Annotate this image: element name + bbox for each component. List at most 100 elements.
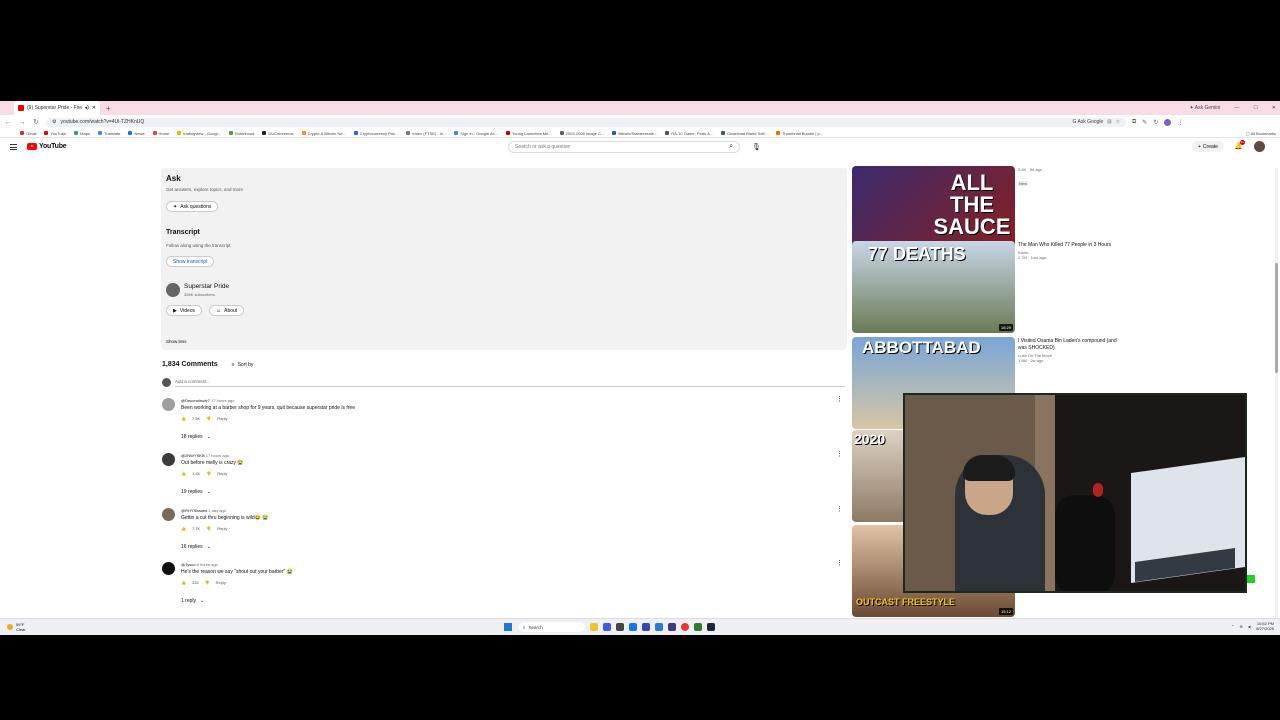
ask-gemini-button[interactable]: ✦ Ask Gemini: [1189, 105, 1220, 111]
sort-by-button[interactable]: ≡ Sort by: [232, 362, 254, 368]
chrome-menu-icon[interactable]: ⋮: [1177, 119, 1183, 126]
ask-google-button[interactable]: G Ask Google: [1072, 119, 1103, 125]
all-bookmarks-button[interactable]: ▢ All Bookmarks: [1246, 131, 1276, 136]
search-icon[interactable]: ⌕: [729, 143, 733, 151]
window-close-icon[interactable]: ✕: [1272, 105, 1276, 111]
bookmark-item[interactable]: Cryptocurrency Pric...: [353, 131, 398, 136]
channel-name[interactable]: Superstar Pride: [184, 283, 229, 290]
reload-icon[interactable]: ↻: [32, 118, 40, 126]
bookmark-item[interactable]: Robinhood: [228, 131, 254, 136]
weather-widget[interactable]: 59°F Clear: [7, 622, 26, 632]
reply-button[interactable]: Reply: [217, 526, 227, 531]
add-comment-input[interactable]: Add a comment...: [175, 379, 845, 387]
recommended-video[interactable]: 77 DEATHS 16:29 The Man Who Killed 77 Pe…: [852, 241, 1272, 333]
bookmark-item[interactable]: Download Blahd Soft...: [721, 131, 768, 136]
bookmark-item[interactable]: Young Launches Me...: [505, 131, 552, 136]
channel-avatar[interactable]: [166, 283, 180, 297]
bookmark-item[interactable]: News: [128, 131, 145, 136]
view-replies-button[interactable]: 16 replies ⌄: [181, 544, 211, 550]
profile-avatar[interactable]: [1164, 118, 1172, 126]
hamburger-menu-icon[interactable]: [10, 144, 17, 150]
reply-button[interactable]: Reply: [216, 580, 226, 585]
start-button-icon[interactable]: [504, 623, 512, 631]
comment-avatar[interactable]: [162, 508, 175, 521]
taskbar-search[interactable]: ⌕ Search: [519, 622, 585, 632]
show-transcript-button[interactable]: Show transcript: [166, 256, 215, 267]
bookmark-item[interactable]: DUCommerce: [262, 131, 294, 136]
refresh-extension-icon[interactable]: ↻: [1153, 119, 1158, 126]
teams-icon[interactable]: [603, 623, 611, 631]
wifi-icon[interactable]: ≋: [1240, 624, 1243, 629]
scrollbar-thumb[interactable]: [1275, 263, 1278, 373]
site-info-icon[interactable]: ⚙: [52, 119, 56, 125]
video-thumbnail[interactable]: 77 DEATHS 16:29: [852, 241, 1015, 333]
bookmark-item[interactable]: Maps: [74, 131, 90, 136]
create-button[interactable]: + Create: [1192, 141, 1224, 152]
bookmark-item[interactable]: Index (FTSE) - In...: [406, 131, 446, 136]
volume-icon[interactable]: ◂): [1248, 624, 1251, 629]
dislike-icon[interactable]: 👎: [206, 471, 211, 476]
about-button[interactable]: ☺ About: [209, 305, 245, 316]
reply-button[interactable]: Reply: [217, 471, 227, 476]
address-bar[interactable]: ⚙ youtube.com/watch?v=4Ui-TZHKnUQ G Ask …: [46, 117, 1126, 127]
bookmark-item[interactable]: Thumbnail Bundle | p...: [775, 131, 823, 136]
store-icon[interactable]: [629, 623, 637, 631]
comment-menu-icon[interactable]: ⋮: [836, 395, 843, 403]
ask-questions-button[interactable]: ✦ Ask questions: [166, 201, 219, 212]
comment-author[interactable]: @Tysco: [181, 562, 196, 567]
comment-avatar[interactable]: [162, 398, 175, 411]
microphone-icon[interactable]: 🎙: [752, 143, 761, 151]
show-less-button[interactable]: Show less: [166, 339, 187, 344]
comment-menu-icon[interactable]: ⋮: [836, 505, 843, 513]
chrome-icon[interactable]: [681, 623, 689, 631]
new-tab-button[interactable]: +: [106, 104, 111, 113]
minimize-icon[interactable]: —: [1234, 105, 1239, 111]
forward-icon[interactable]: →: [18, 119, 26, 126]
dislike-icon[interactable]: 👎: [206, 526, 211, 531]
view-replies-button[interactable]: 1 reply ⌄: [181, 598, 204, 604]
bookmark-item[interactable]: Crypto & Bitcoin Ne...: [301, 131, 346, 136]
view-replies-button[interactable]: 18 replies ⌄: [181, 434, 211, 440]
comment-author[interactable]: @2NWYSKB: [181, 453, 205, 458]
comment-author[interactable]: @Deconstructr7: [181, 398, 210, 403]
bookmark-item[interactable]: 2003-2008 Image C...: [559, 131, 604, 136]
comment-menu-icon[interactable]: ⋮: [836, 559, 843, 567]
mail-icon[interactable]: [668, 623, 676, 631]
browser-edge-icon[interactable]: [655, 623, 663, 631]
obs-icon[interactable]: [694, 623, 702, 631]
bookmark-star-icon[interactable]: ☆: [1116, 119, 1120, 125]
tray-chevron-icon[interactable]: ⌃: [1231, 624, 1234, 629]
browser-tab[interactable]: (9) Superstar Pride - Five B... ◂) ✕: [14, 101, 100, 115]
comment-avatar[interactable]: [162, 562, 175, 575]
youtube-logo[interactable]: YouTube: [27, 143, 67, 150]
account-avatar[interactable]: [1254, 141, 1265, 152]
bookmark-item[interactable]: RA-10 Game, Parts &...: [665, 131, 713, 136]
install-icon[interactable]: ⊡: [1107, 119, 1111, 125]
comment-time[interactable]: 1 day ago: [208, 508, 226, 513]
comment-time[interactable]: 17 hours ago: [211, 398, 234, 403]
reply-button[interactable]: Reply: [217, 416, 227, 421]
bookmark-item[interactable]: Sign in - Google Ac...: [454, 131, 498, 136]
steam-icon[interactable]: [707, 623, 715, 631]
comment-time[interactable]: 17 hours ago: [206, 453, 229, 458]
like-icon[interactable]: 👍: [181, 526, 186, 531]
search-input[interactable]: Search or ask a question ⌕: [508, 141, 740, 153]
like-icon[interactable]: 👍: [181, 471, 186, 476]
extensions-icon[interactable]: ⧉: [1132, 119, 1136, 126]
editor-icon[interactable]: [642, 623, 650, 631]
like-icon[interactable]: 👍: [181, 416, 186, 421]
close-tab-icon[interactable]: ✕: [92, 105, 96, 111]
comment-menu-icon[interactable]: ⋮: [836, 450, 843, 458]
dislike-icon[interactable]: 👎: [206, 416, 211, 421]
video-title[interactable]: The Man Who Killed 77 People in 3 Hours: [1018, 242, 1118, 249]
view-replies-button[interactable]: 19 replies ⌄: [181, 489, 211, 495]
back-icon[interactable]: ←: [4, 119, 12, 126]
bookmark-item[interactable]: Gmail: [20, 131, 36, 136]
bookmark-item[interactable]: tradingview - Googl...: [177, 131, 221, 136]
app-icon[interactable]: [616, 623, 624, 631]
maximize-icon[interactable]: ☐: [1253, 105, 1257, 111]
clock[interactable]: 10:52 PM 8/27/2025: [1256, 621, 1274, 631]
bookmark-item[interactable]: YouTube: [44, 131, 66, 136]
bookmark-item[interactable]: Home: [152, 131, 169, 136]
edit-icon[interactable]: ✎: [1142, 119, 1147, 126]
